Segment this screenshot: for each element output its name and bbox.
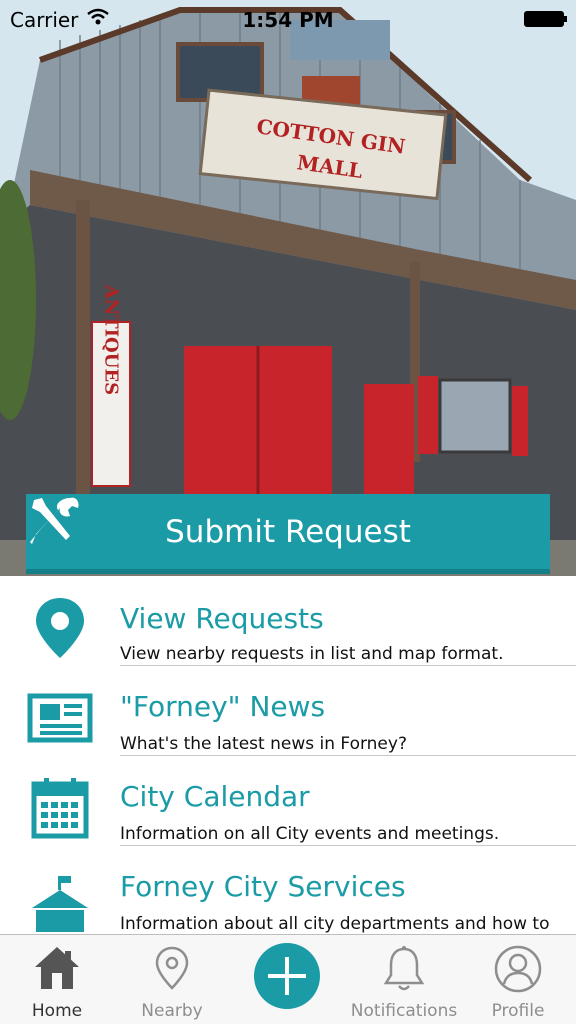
menu-item-description: Information on all City events and meeti… [120,824,500,844]
menu-item-title: "Forney" News [120,690,326,723]
menu-item-view-requests[interactable]: View Requests View nearby requests in li… [0,576,576,666]
tab-notifications[interactable]: Notifications [348,935,460,1025]
status-time: 1:54 PM [242,8,334,32]
menu-list: View Requests View nearby requests in li… [0,576,576,936]
wrench-screwdriver-icon [30,497,79,544]
city-hall-icon [32,876,88,932]
tab-label: Profile [491,1001,545,1021]
menu-item-forney-news[interactable]: "Forney" News What's the latest news in … [0,666,576,756]
menu-item-description: What's the latest news in Forney? [120,734,407,754]
add-request-button[interactable] [254,943,320,1009]
tab-profile[interactable]: Profile [463,935,573,1025]
plus-icon [268,957,306,995]
tab-label: Notifications [350,1001,458,1021]
tab-bar: Home Nearby Notifications Profile [0,934,576,1024]
menu-item-title: View Requests [120,602,324,635]
status-bar: Carrier 1:54 PM [0,0,576,40]
home-icon [35,947,79,989]
location-pin-icon [155,946,189,990]
submit-request-label: Submit Request [165,513,411,550]
battery-icon [524,11,567,27]
tab-label: Nearby [141,1001,203,1021]
menu-item-description: View nearby requests in list and map for… [120,644,504,664]
map-pin-icon [36,598,84,658]
menu-item-title: Forney City Services [120,870,406,903]
person-icon [494,945,542,993]
cotton-gin-building-illustration: COTTON GIN MALL ANTIQUES [0,0,576,576]
menu-item-title: City Calendar [120,780,310,813]
menu-item-city-services[interactable]: Forney City Services Information about a… [0,846,576,936]
tab-label: Home [31,1001,83,1021]
menu-item-description: Information about all city departments a… [120,914,550,934]
newspaper-icon [27,693,93,743]
antiques-sign-text: ANTIQUES [101,284,122,395]
bell-icon [383,946,425,991]
submit-request-button[interactable]: Submit Request [26,494,550,574]
menu-item-city-calendar[interactable]: City Calendar Information on all City ev… [0,756,576,846]
tab-nearby[interactable]: Nearby [117,935,227,1025]
calendar-icon [31,778,89,839]
hero-photo: COTTON GIN MALL ANTIQUES Carrier 1:54 PM… [0,0,576,576]
tab-home[interactable]: Home [2,935,112,1025]
